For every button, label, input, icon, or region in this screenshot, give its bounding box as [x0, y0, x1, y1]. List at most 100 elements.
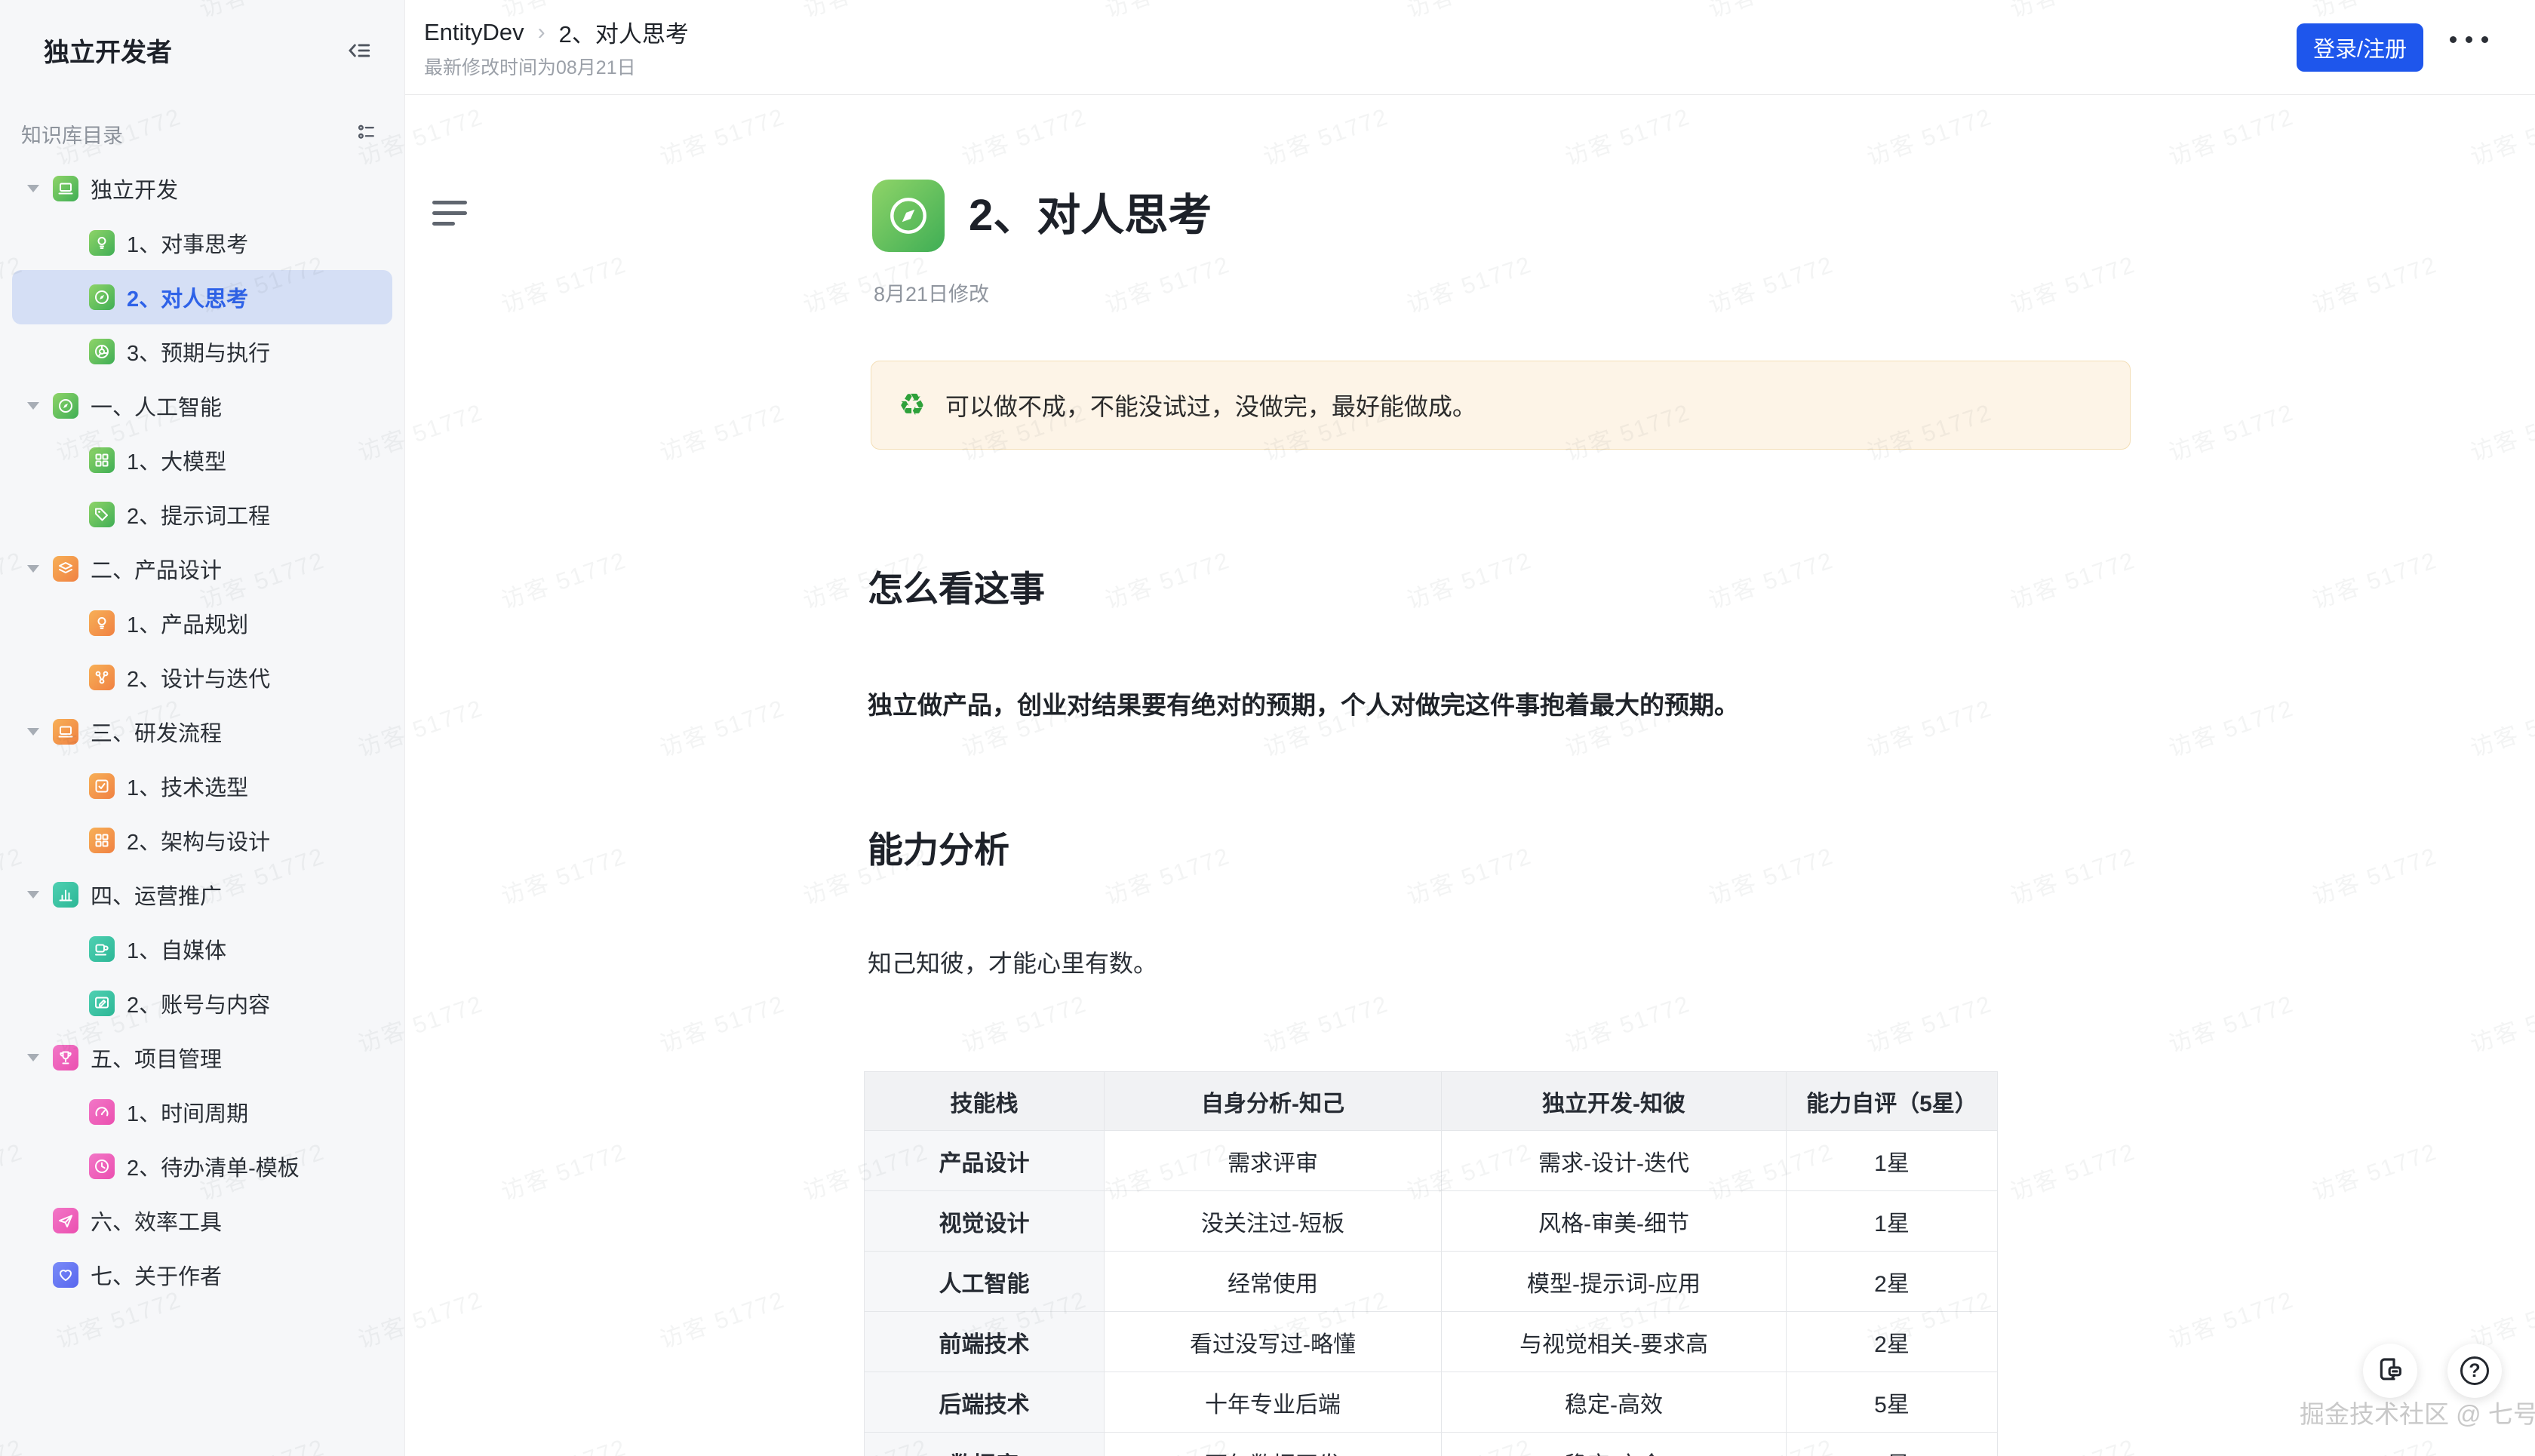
- sidebar-item-3[interactable]: 2、对人思考: [12, 270, 392, 324]
- sidebar-item-16[interactable]: 2、账号与内容: [12, 976, 392, 1031]
- sidebar-item-15[interactable]: 1、自媒体: [12, 922, 392, 976]
- sidebar-item-label: 四、运营推广: [91, 879, 222, 911]
- sidebar-item-label: 二、产品设计: [91, 553, 222, 585]
- sidebar-item-1[interactable]: 独立开发: [12, 161, 392, 216]
- sidebar-item-13[interactable]: 2、架构与设计: [12, 813, 392, 868]
- sidebar-item-12[interactable]: 1、技术选型: [12, 759, 392, 813]
- bulb-icon: [89, 610, 115, 636]
- section-heading-2: 能力分析: [868, 821, 1009, 873]
- table-row: 产品设计需求评审需求-设计-迭代1星: [865, 1131, 1998, 1191]
- sidebar-item-8[interactable]: 二、产品设计: [12, 542, 392, 596]
- sidebar: 独立开发者 知识库目录 独立开发 1、对事思考 2、对人思考3、预期与执行一、人工智…: [0, 0, 405, 1456]
- table-header-cell: 独立开发-知彼: [1442, 1072, 1787, 1131]
- table-header-cell: 技能栈: [865, 1072, 1105, 1131]
- last-modified-text: 最新修改时间为08月21日: [424, 53, 636, 80]
- section-heading-1: 怎么看这事: [868, 560, 1045, 612]
- sidebar-item-5[interactable]: 一、人工智能: [12, 379, 392, 433]
- login-register-button[interactable]: 登录/注册: [2297, 23, 2423, 72]
- compass-icon: [53, 393, 78, 419]
- table-cell: 稳定-安全: [1442, 1433, 1787, 1456]
- sidebar-item-9[interactable]: 1、产品规划: [12, 596, 392, 650]
- sidebar-collapse-icon[interactable]: [344, 35, 374, 66]
- sidebar-item-label: 五、项目管理: [91, 1042, 222, 1074]
- sidebar-item-label: 1、大模型: [127, 444, 226, 476]
- doc-title-compass-icon: [872, 180, 945, 252]
- clock-icon: [89, 1153, 115, 1179]
- breadcrumb-root[interactable]: EntityDev: [424, 19, 524, 46]
- sidebar-item-label: 2、架构与设计: [127, 825, 270, 856]
- table-cell: 1星: [1787, 1191, 1998, 1252]
- heart-icon: [53, 1262, 78, 1288]
- table-cell: 数据库: [865, 1433, 1105, 1456]
- table-row: 后端技术十年专业后端稳定-高效5星: [865, 1372, 1998, 1433]
- table-header-cell: 能力自评（5星）: [1787, 1072, 1998, 1131]
- sidebar-item-7[interactable]: 2、提示词工程: [12, 487, 392, 542]
- section-paragraph-2: 知己知彼，才能心里有数。: [868, 945, 1157, 979]
- sidebar-item-10[interactable]: 2、设计与迭代: [12, 650, 392, 705]
- more-ellipsis-icon[interactable]: [2450, 36, 2488, 43]
- sidebar-item-6[interactable]: 1、大模型: [12, 433, 392, 487]
- page-root: 独立开发者 知识库目录 独立开发1、对事思考2、对人思考3、预期与执行一、人工智…: [0, 0, 2535, 1456]
- laptop-icon: [53, 719, 78, 745]
- sidebar-item-2[interactable]: 1、对事思考: [12, 216, 392, 270]
- sidebar-item-4[interactable]: 3、预期与执行: [12, 324, 392, 379]
- sidebar-item-21[interactable]: 七、关于作者: [12, 1248, 392, 1302]
- table-cell: 稳定-高效: [1442, 1372, 1787, 1433]
- doc-outline-icon[interactable]: [432, 201, 469, 226]
- table-cell: 前端技术: [865, 1312, 1105, 1372]
- page-title: 2、对人思考: [969, 180, 1212, 252]
- sidebar-item-label: 三、研发流程: [91, 716, 222, 748]
- plane-icon: [53, 1208, 78, 1233]
- top-header: EntityDev › 2、对人思考 最新修改时间为08月21日 登录/注册: [405, 0, 2535, 95]
- bulb-icon: [89, 230, 115, 256]
- help-button[interactable]: ?: [2447, 1344, 2502, 1398]
- gauge-icon: [89, 1099, 115, 1125]
- table-header-cell: 自身分析-知己: [1105, 1072, 1442, 1131]
- sidebar-item-20[interactable]: 六、效率工具: [12, 1193, 392, 1248]
- table-cell: 需求-设计-迭代: [1442, 1131, 1787, 1191]
- table-cell: 4星: [1787, 1433, 1998, 1456]
- table-cell: 产品设计: [865, 1131, 1105, 1191]
- catalog-sort-icon[interactable]: [356, 121, 377, 146]
- flow-icon: [89, 665, 115, 690]
- table-cell: 看过没写过-略懂: [1105, 1312, 1442, 1372]
- sidebar-item-18[interactable]: 1、时间周期: [12, 1085, 392, 1139]
- sidebar-item-label: 一、人工智能: [91, 390, 222, 422]
- workspace-title: 独立开发者: [44, 32, 172, 69]
- tag-icon: [89, 502, 115, 527]
- feedback-button[interactable]: [2363, 1344, 2417, 1398]
- section-paragraph-1: 独立做产品，创业对结果要有绝对的预期，个人对做完这件事抱着最大的预期。: [868, 685, 1739, 721]
- table-row: 数据库两年数据开发稳定-安全4星: [865, 1433, 1998, 1456]
- sidebar-item-19[interactable]: 2、待办清单-模板: [12, 1139, 392, 1193]
- callout-text: 可以做不成，不能没试过，没做完，最好能做成。: [945, 388, 1476, 422]
- document-area: 2、对人思考 8月21日修改 ♻ 可以做不成，不能没试过，没做完，最好能做成。 …: [405, 95, 2535, 1456]
- sidebar-item-14[interactable]: 四、运营推广: [12, 868, 392, 922]
- caret-down-icon[interactable]: [27, 565, 53, 573]
- caret-down-icon[interactable]: [27, 185, 53, 192]
- caret-down-icon[interactable]: [27, 1054, 53, 1061]
- table-cell: 与视觉相关-要求高: [1442, 1312, 1787, 1372]
- aperture-icon: [89, 339, 115, 364]
- question-mark-icon: ?: [2460, 1356, 2489, 1385]
- sidebar-item-17[interactable]: 五、项目管理: [12, 1031, 392, 1085]
- recycle-icon: ♻: [899, 388, 926, 422]
- caret-down-icon[interactable]: [27, 402, 53, 410]
- sidebar-item-label: 1、自媒体: [127, 933, 226, 965]
- breadcrumb-current[interactable]: 2、对人思考: [559, 15, 689, 49]
- sidebar-item-label: 1、产品规划: [127, 607, 248, 639]
- table-cell: 人工智能: [865, 1252, 1105, 1312]
- table-row: 视觉设计没关注过-短板风格-审美-细节1星: [865, 1191, 1998, 1252]
- grid-icon: [89, 447, 115, 473]
- catalog-label: 知识库目录: [21, 119, 123, 149]
- grid-icon: [89, 828, 115, 853]
- layers-icon: [53, 556, 78, 582]
- trophy-icon: [53, 1045, 78, 1070]
- sidebar-item-label: 1、对事思考: [127, 227, 248, 259]
- table-cell: 5星: [1787, 1372, 1998, 1433]
- table-cell: 十年专业后端: [1105, 1372, 1442, 1433]
- caret-down-icon[interactable]: [27, 891, 53, 898]
- sidebar-item-11[interactable]: 三、研发流程: [12, 705, 392, 759]
- caret-down-icon[interactable]: [27, 728, 53, 736]
- compass-icon: [89, 284, 115, 310]
- table-cell: 需求评审: [1105, 1131, 1442, 1191]
